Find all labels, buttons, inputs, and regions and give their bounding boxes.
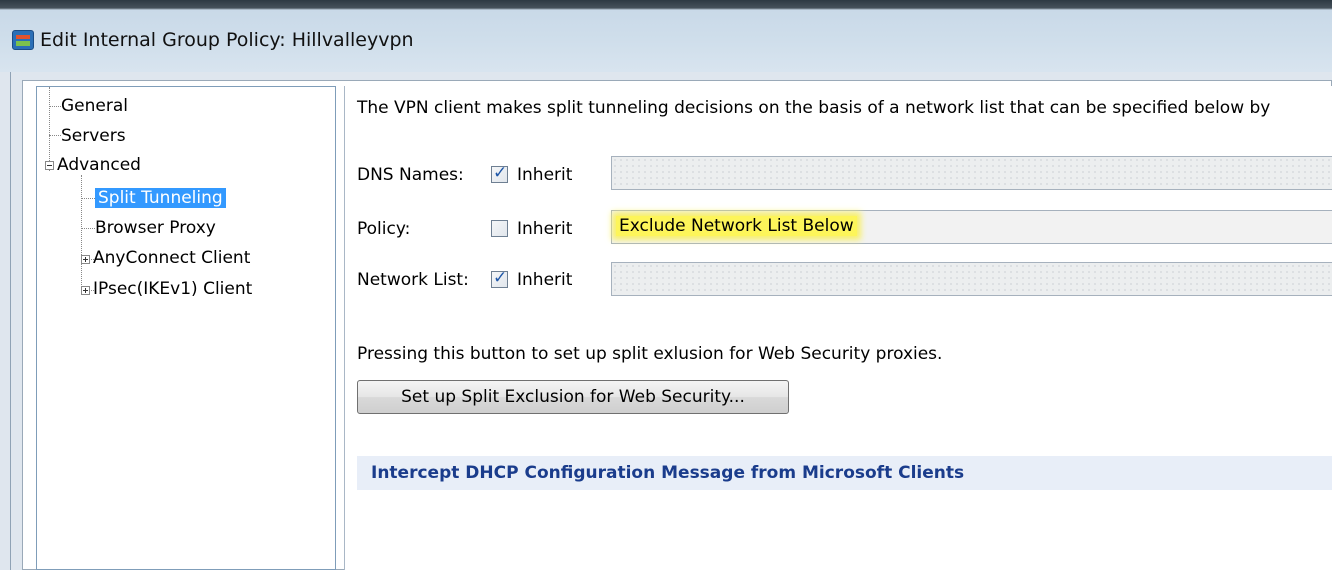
collapse-icon[interactable] — [45, 161, 54, 170]
description-text: The VPN client makes split tunneling dec… — [357, 98, 1271, 118]
dhcp-section-header[interactable]: Intercept DHCP Configuration Message fro… — [357, 456, 1332, 490]
navigation-tree: General Servers Advanced Split Tunneling… — [36, 86, 336, 570]
tree-item-label: Browser Proxy — [95, 218, 216, 238]
tree-item-ipsec-client[interactable]: IPsec(IKEv1) Client — [93, 278, 252, 300]
tree-item-label: Advanced — [57, 155, 141, 175]
network-list-label: Network List: — [357, 270, 469, 290]
policy-select[interactable]: Exclude Network List Below — [611, 210, 1332, 244]
tree-item-advanced[interactable]: Advanced — [57, 154, 141, 176]
tree-connector — [81, 175, 82, 293]
tree-item-label: General — [61, 96, 128, 116]
expand-icon[interactable] — [81, 255, 90, 264]
tree-connector — [49, 135, 61, 136]
dns-names-field[interactable] — [611, 156, 1332, 190]
dns-names-inherit-label: Inherit — [517, 165, 573, 185]
expand-icon[interactable] — [81, 286, 90, 295]
asdm-window-icon — [12, 30, 34, 50]
policy-inherit-checkbox[interactable] — [491, 220, 508, 237]
tree-item-label: Servers — [61, 126, 126, 146]
tree-connector — [81, 228, 95, 229]
tree-item-anyconnect-client[interactable]: AnyConnect Client — [93, 247, 250, 269]
split-tunneling-panel: The VPN client makes split tunneling dec… — [344, 86, 1332, 570]
tree-connector — [81, 198, 95, 199]
policy-selected-value: Exclude Network List Below — [616, 216, 857, 236]
tree-item-label: IPsec(IKEv1) Client — [93, 279, 253, 299]
tree-item-label: AnyConnect Client — [93, 248, 251, 268]
tree-item-general[interactable]: General — [61, 95, 128, 117]
tree-connector — [49, 87, 50, 171]
tree-item-servers[interactable]: Servers — [61, 125, 126, 147]
tree-item-split-tunneling[interactable]: Split Tunneling — [95, 187, 226, 209]
network-list-inherit-checkbox[interactable] — [491, 268, 508, 288]
web-security-note: Pressing this button to set up split exl… — [357, 344, 943, 364]
dns-names-inherit-checkbox[interactable] — [491, 163, 508, 183]
policy-label: Policy: — [357, 219, 411, 239]
window-title: Edit Internal Group Policy: Hillvalleyvp… — [40, 29, 414, 51]
tree-item-label: Split Tunneling — [95, 188, 226, 208]
tree-item-browser-proxy[interactable]: Browser Proxy — [95, 217, 216, 239]
split-exclusion-web-security-button[interactable]: Set up Split Exclusion for Web Security.… — [357, 380, 789, 414]
network-list-inherit-label: Inherit — [517, 270, 573, 290]
network-list-field[interactable] — [611, 262, 1332, 296]
window-title-bar: Edit Internal Group Policy: Hillvalleyvp… — [0, 0, 1332, 72]
policy-inherit-label: Inherit — [517, 219, 573, 239]
tree-connector — [49, 106, 61, 107]
dns-names-label: DNS Names: — [357, 165, 464, 185]
